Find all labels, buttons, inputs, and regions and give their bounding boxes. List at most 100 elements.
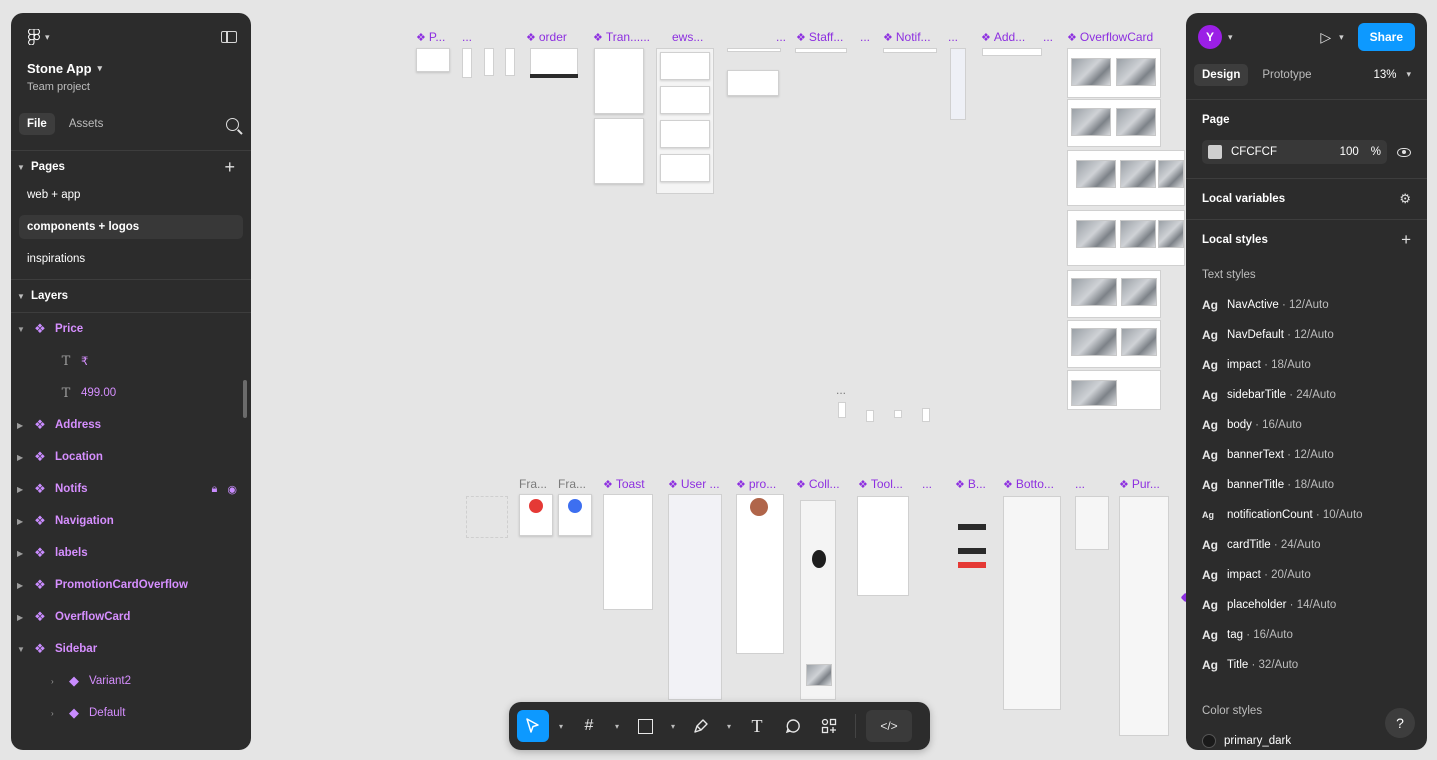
chevron-down-icon[interactable]: ▾ — [553, 722, 569, 731]
layer-row[interactable]: ▶ ❖ labels — [11, 537, 251, 569]
layer-row[interactable]: ▼ ❖ Sidebar — [11, 633, 251, 665]
frame-thumbnail[interactable] — [866, 410, 874, 422]
tooltip-frame[interactable] — [857, 496, 909, 596]
layer-row[interactable]: ▶ ❖ Location — [11, 441, 251, 473]
frame-label[interactable]: ❖ Tran... — [593, 30, 640, 44]
frame-label[interactable]: ❖ Botto... — [1003, 477, 1054, 491]
frame-label[interactable]: ... — [1043, 30, 1053, 44]
text-style-item[interactable]: Ag tag · 16/Auto — [1186, 620, 1427, 650]
shape-tool-button[interactable] — [629, 710, 661, 742]
frame-thumbnail[interactable] — [484, 48, 494, 76]
frame-label[interactable]: ... — [1075, 477, 1085, 491]
avatar[interactable]: Y — [1198, 25, 1222, 49]
frame-label[interactable]: ❖ pro... — [736, 477, 776, 491]
layer-row[interactable]: › ◆ Default — [11, 697, 251, 729]
help-button[interactable]: ? — [1385, 708, 1415, 738]
collapse-sidebar-icon[interactable] — [221, 31, 237, 43]
zoom-dropdown[interactable]: 13% ▾ — [1373, 69, 1411, 81]
frame-thumbnail[interactable] — [795, 48, 847, 53]
text-style-item[interactable]: Ag bannerText · 12/Auto — [1186, 440, 1427, 470]
frame-thumbnail[interactable] — [416, 48, 450, 72]
chevron-right-icon[interactable]: ▶ — [17, 549, 31, 558]
text-style-item[interactable]: Ag cardTitle · 24/Auto — [1186, 530, 1427, 560]
search-icon[interactable] — [226, 117, 239, 131]
frame-thumbnail[interactable] — [727, 70, 779, 96]
chevron-down-icon[interactable]: ▼ — [17, 325, 31, 334]
purchase-frame[interactable] — [1119, 496, 1169, 736]
frame-thumbnail[interactable] — [727, 48, 781, 52]
frame-label[interactable]: ❖ OverflowCard — [1067, 30, 1153, 44]
page-item-active[interactable]: components + logos — [19, 215, 243, 239]
chevron-right-icon[interactable]: ▶ — [17, 581, 31, 590]
dev-mode-toggle[interactable]: </> — [866, 710, 912, 742]
text-style-item[interactable]: Ag NavDefault · 12/Auto — [1186, 320, 1427, 350]
visibility-eye-icon[interactable]: ◉ — [227, 483, 237, 496]
text-style-item[interactable]: Ag NavActive · 12/Auto — [1186, 290, 1427, 320]
pages-section-header[interactable]: ▼ Pages + — [11, 151, 251, 183]
frame-thumbnail[interactable] — [922, 408, 930, 422]
frame-label[interactable]: ❖Fra... — [558, 477, 586, 491]
text-style-item[interactable]: Ag notificationCount · 10/Auto — [1186, 500, 1427, 530]
page-item[interactable]: web + app — [19, 183, 243, 207]
layer-row[interactable]: › ◆ Variant2 — [11, 665, 251, 697]
chevron-right-icon[interactable]: › — [51, 709, 65, 718]
bottom-nav-frame[interactable] — [1003, 496, 1061, 710]
frame-label[interactable]: ... — [922, 477, 932, 491]
tab-design[interactable]: Design — [1194, 64, 1249, 86]
add-style-icon[interactable]: + — [1401, 230, 1411, 250]
frame-tool-button[interactable]: # — [573, 710, 605, 742]
layers-section-header[interactable]: ▼ Layers — [11, 280, 251, 312]
frame-thumbnail[interactable] — [838, 402, 846, 418]
text-tool-button[interactable]: T — [741, 710, 773, 742]
text-style-item[interactable]: Ag body · 16/Auto — [1186, 410, 1427, 440]
frame-label[interactable]: ❖ User ... — [668, 477, 720, 491]
frame-label[interactable]: ❖ Tool... — [858, 477, 903, 491]
tab-prototype[interactable]: Prototype — [1254, 64, 1319, 86]
chevron-right-icon[interactable]: ▶ — [17, 613, 31, 622]
frame-thumbnail[interactable] — [982, 48, 1042, 56]
text-style-item[interactable]: Ag sidebarTitle · 24/Auto — [1186, 380, 1427, 410]
profile-frame[interactable] — [736, 494, 784, 654]
actions-tool-button[interactable] — [813, 710, 845, 742]
frame-label[interactable]: ... — [776, 30, 786, 44]
frame-thumbnail[interactable] — [466, 496, 508, 538]
frame-label[interactable]: ❖ Toast — [603, 477, 645, 491]
page-item[interactable]: inspirations — [19, 247, 243, 271]
frame-label[interactable]: ❖ Coll... — [796, 477, 840, 491]
lock-icon[interactable]: 🔒︎ — [212, 483, 218, 496]
page-color-field[interactable]: CFCFCF 100 % — [1202, 140, 1387, 164]
layer-row[interactable]: ▼ ❖ Price — [11, 313, 251, 345]
toast-frame[interactable] — [603, 494, 653, 610]
chevron-down-icon[interactable]: ▼ — [17, 645, 31, 654]
frame-label[interactable]: ... — [640, 30, 650, 44]
frame-thumbnail[interactable] — [594, 48, 644, 114]
frame-thumbnail[interactable] — [883, 48, 937, 53]
tab-file[interactable]: File — [19, 113, 55, 135]
layer-row[interactable]: ▶ ❖ Address — [11, 409, 251, 441]
frame-label[interactable]: ... — [948, 30, 958, 44]
color-swatch[interactable] — [1208, 145, 1222, 159]
text-style-item[interactable]: Ag impact · 20/Auto — [1186, 560, 1427, 590]
layer-row[interactable]: ▶ ❖ OverflowCard — [11, 601, 251, 633]
opacity-field[interactable]: 100 % — [1340, 146, 1381, 158]
visibility-eye-icon[interactable] — [1397, 147, 1411, 157]
chevron-right-icon[interactable]: ▶ — [17, 517, 31, 526]
layer-row[interactable]: ▶ ❖ PromotionCardOverflow — [11, 569, 251, 601]
page-color-hex[interactable]: CFCFCF — [1231, 146, 1277, 158]
user-frame[interactable] — [668, 494, 722, 700]
text-style-item[interactable]: Ag placeholder · 14/Auto — [1186, 590, 1427, 620]
present-play-icon[interactable]: ▷ — [1320, 29, 1331, 46]
local-variables-row[interactable]: Local variables ⚙︎ — [1186, 179, 1427, 219]
frame-label[interactable]: ... — [836, 383, 846, 397]
chevron-right-icon[interactable]: ▶ — [17, 453, 31, 462]
text-style-item[interactable]: Ag impact · 18/Auto — [1186, 350, 1427, 380]
frame-label[interactable]: ❖ Add... — [981, 30, 1025, 44]
frame-label[interactable]: ❖ Notif... — [883, 30, 931, 44]
chevron-down-icon[interactable]: ▾ — [609, 722, 625, 731]
frame-thumbnail[interactable] — [894, 410, 902, 418]
comment-tool-button[interactable] — [777, 710, 809, 742]
frame-label[interactable]: ... — [462, 30, 472, 44]
layer-row[interactable]: ▶ ❖ Notifs 🔒︎ ◉ — [11, 473, 251, 505]
frame-label[interactable]: ❖ order — [526, 30, 567, 44]
chevron-down-icon[interactable]: ▾ — [665, 722, 681, 731]
